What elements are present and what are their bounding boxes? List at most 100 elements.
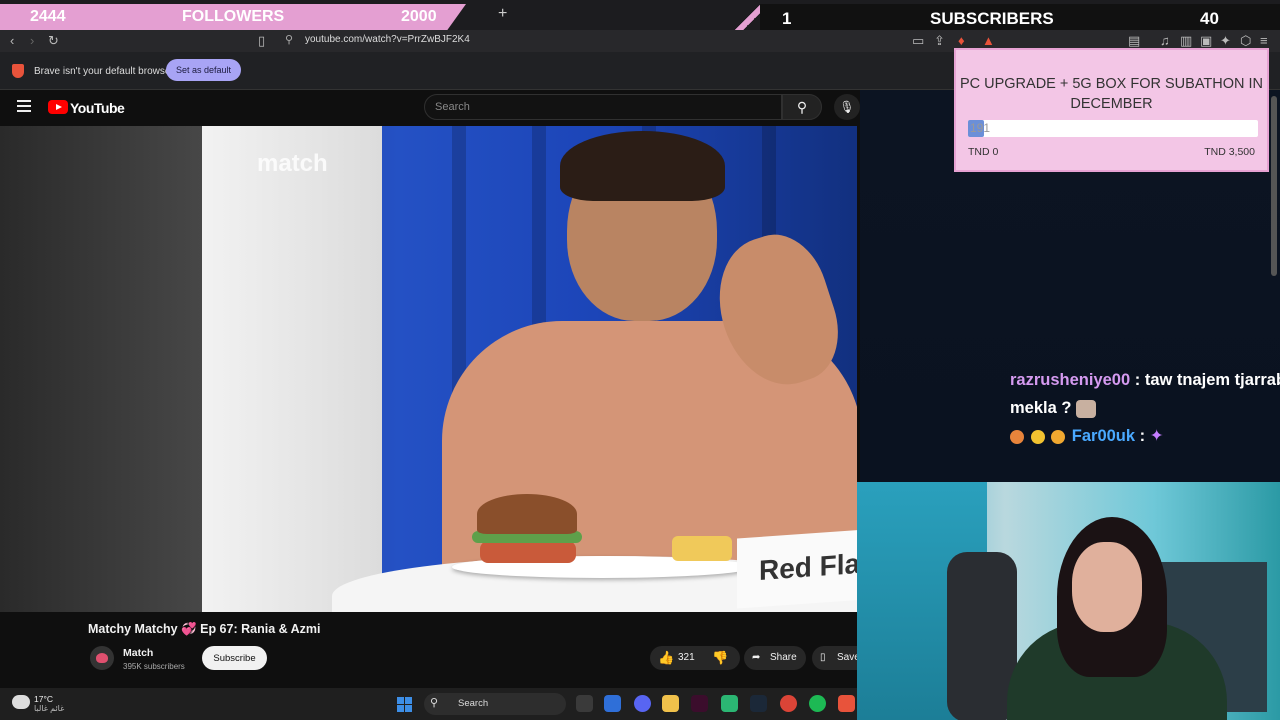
youtube-logo-text[interactable]: YouTube (70, 100, 125, 116)
chat-text: : (1139, 427, 1146, 445)
chat-text: mekla ? (1010, 399, 1072, 417)
red-flag-card: Red Fla (737, 529, 857, 609)
subscriber-count: 395K subscribers (123, 662, 185, 671)
premiere-icon[interactable] (691, 695, 708, 712)
steam-icon[interactable] (750, 695, 767, 712)
fox-badge-icon (1010, 429, 1024, 444)
share-icon: ➦ (752, 652, 761, 663)
spotify-icon[interactable] (809, 695, 826, 712)
ai-icon[interactable]: ✦ (1220, 33, 1231, 49)
chat-message-cont: mekla ? (1010, 394, 1280, 422)
weather-description[interactable]: غائم غالبا (34, 704, 64, 713)
burger-bun (477, 494, 577, 534)
person-hair (560, 131, 725, 201)
chat-text: : taw tnajem tjarrab (1134, 371, 1280, 389)
goal-max-label: TND 3,500 (1204, 146, 1255, 158)
media-icon[interactable]: ♫ (1160, 33, 1170, 48)
windows-taskbar: 17°C غائم غالبا ⚲ Search (0, 688, 857, 720)
save-icon: ▯ (820, 652, 826, 663)
weather-cloud-icon[interactable] (12, 695, 30, 709)
set-default-button[interactable]: Set as default (166, 59, 241, 81)
bookmark-icon[interactable]: ▯ (258, 33, 265, 49)
burger-patty (480, 541, 576, 563)
wallet-icon[interactable]: ▣ (1200, 33, 1212, 49)
subscribers-goal-bar: 1 SUBSCRIBERS 40 (760, 4, 1280, 30)
followers-goal-bar: 2444 FOLLOWERS 2000 (0, 4, 466, 30)
brave-lion-icon (12, 64, 24, 78)
donation-goal-widget: PC UPGRADE + 5G BOX FOR SUBATHON IN DECE… (954, 48, 1269, 172)
goal-title: PC UPGRADE + 5G BOX FOR SUBATHON IN DECE… (959, 76, 1264, 112)
cast-icon[interactable]: ▭ (912, 33, 924, 49)
butterfly-emote-icon: ✦ (1149, 427, 1164, 445)
followers-label: FOLLOWERS (182, 8, 285, 25)
followers-count: 2444 (30, 8, 66, 25)
subs-goal: 40 (1200, 9, 1219, 28)
chat-message: Far00uk : ✦ (1010, 422, 1280, 450)
youtube-header: YouTube ⚲ 🎙 (0, 90, 860, 126)
taskbar-search[interactable]: ⚲ Search (424, 693, 566, 715)
save-button[interactable]: ▯ Save (812, 646, 860, 670)
channel-name[interactable]: Match (123, 647, 153, 659)
search-input[interactable] (424, 94, 782, 120)
page-scrollbar[interactable] (1271, 96, 1277, 276)
discord-icon[interactable] (634, 695, 651, 712)
brave-rewards-icon[interactable]: ▲ (982, 33, 995, 48)
share-page-icon[interactable]: ⇪ (934, 33, 945, 49)
search-icon: ⚲ (796, 98, 808, 115)
default-browser-message: Brave isn't your default browser (34, 66, 174, 77)
microphone-icon: 🎙 (839, 100, 855, 114)
browser-menu-icon[interactable]: ≡ (1260, 33, 1268, 48)
forward-icon[interactable]: › (30, 33, 34, 48)
video-wall (202, 126, 382, 612)
windows-start-icon[interactable] (397, 697, 412, 712)
subs-label: SUBSCRIBERS (930, 9, 1054, 28)
kick-icon[interactable] (721, 695, 738, 712)
chrome-icon[interactable] (780, 695, 797, 712)
taskbar-search-label: Search (458, 698, 489, 709)
address-bar-url[interactable]: youtube.com/watch?v=PrrZwBJF2K4 (305, 34, 470, 45)
stream-chat: razrusheniye00 : taw tnajem tjarrab mekl… (1010, 366, 1280, 450)
streamer-webcam (857, 482, 1280, 720)
like-count[interactable]: 321 (678, 652, 695, 663)
card-text: Red Fla (759, 547, 857, 587)
voice-search-button[interactable]: 🎙 (834, 94, 860, 120)
video-watermark: match (257, 150, 328, 177)
guide-menu-icon[interactable] (17, 100, 31, 112)
back-icon[interactable]: ‹ (10, 33, 14, 48)
video-player[interactable]: match Red Fla (202, 126, 857, 612)
video-left-margin (0, 126, 202, 612)
chat-message: razrusheniye00 : taw tnajem tjarrab (1010, 366, 1280, 394)
search-button[interactable]: ⚲ (782, 94, 822, 120)
video-title: Matchy Matchy 💞 Ep 67: Rania & Azmi (88, 622, 321, 636)
weather-temperature[interactable]: 17°C (34, 694, 53, 704)
sidebar-toggle-icon[interactable]: ▤ (1128, 33, 1140, 49)
panel-icon[interactable]: ▥ (1180, 33, 1192, 49)
like-dislike-group: 👍 321 👎 (650, 646, 740, 670)
dislike-icon[interactable]: 👎 (712, 650, 728, 666)
subscribe-button[interactable]: Subscribe (202, 646, 267, 670)
file-explorer-icon[interactable] (662, 695, 679, 712)
like-icon[interactable]: 👍 (658, 650, 674, 666)
task-view-icon[interactable] (576, 695, 593, 712)
share-label: Share (770, 652, 797, 663)
youtube-logo-icon[interactable] (48, 100, 68, 114)
new-tab-button[interactable]: + (498, 5, 507, 23)
goal-current: 191 (970, 121, 991, 135)
chat-username: Far00uk (1071, 427, 1136, 445)
fries (672, 536, 732, 561)
search-icon: ⚲ (430, 697, 439, 709)
vpn-icon[interactable]: ⬡ (1240, 33, 1251, 49)
brave-icon[interactable] (838, 695, 855, 712)
goal-progress-track: 191 (968, 120, 1258, 137)
followers-goal: 2000 (401, 8, 437, 25)
sub-badge-icon (1030, 429, 1045, 444)
reload-icon[interactable]: ↻ (48, 33, 59, 49)
cat-emote-icon (1076, 399, 1097, 418)
site-info-icon[interactable]: ⚲ (285, 33, 293, 46)
channel-avatar[interactable] (90, 646, 114, 670)
share-button[interactable]: ➦ Share (744, 646, 806, 670)
goal-min-label: TND 0 (968, 146, 999, 158)
copilot-icon[interactable] (604, 695, 621, 712)
chat-username: razrusheniye00 (1010, 371, 1131, 389)
brave-shields-icon[interactable]: ♦ (958, 33, 965, 48)
